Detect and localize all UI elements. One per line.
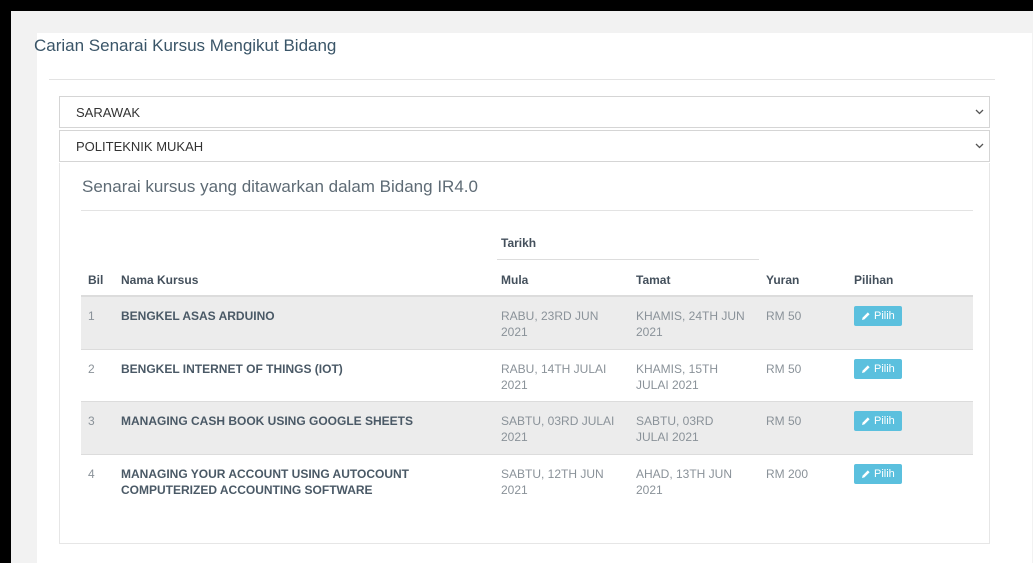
course-fee: RM 50 bbox=[766, 362, 802, 376]
course-fee: RM 50 bbox=[766, 309, 802, 323]
course-list-divider bbox=[81, 210, 973, 211]
column-header-mula: Mula bbox=[501, 273, 529, 287]
select-course-button[interactable]: Pilih bbox=[854, 359, 902, 379]
window-border-top bbox=[0, 0, 1033, 11]
end-date: KHAMIS, 24TH JUN 2021 bbox=[636, 309, 745, 339]
course-name: BENGKEL INTERNET OF THINGS (IOT) bbox=[121, 362, 343, 376]
select-course-button[interactable]: Pilih bbox=[854, 411, 902, 431]
select-course-button-label: Pilih bbox=[874, 468, 895, 480]
pencil-icon bbox=[862, 365, 870, 373]
pencil-icon bbox=[862, 312, 870, 320]
course-name: BENGKEL ASAS ARDUINO bbox=[121, 309, 275, 323]
institution-select[interactable]: POLITEKNIK MUKAH bbox=[59, 130, 990, 162]
course-fee: RM 50 bbox=[766, 414, 802, 428]
table-row: 3 MANAGING CASH BOOK USING GOOGLE SHEETS… bbox=[81, 402, 973, 455]
table-row: 2 BENGKEL INTERNET OF THINGS (IOT) RABU,… bbox=[81, 350, 973, 402]
course-fee: RM 200 bbox=[766, 467, 809, 481]
end-date: SABTU, 03RD JULAI 2021 bbox=[636, 414, 714, 444]
table-row: 1 BENGKEL ASAS ARDUINO RABU, 23RD JUN 20… bbox=[81, 297, 973, 350]
select-course-button[interactable]: Pilih bbox=[854, 306, 902, 326]
select-course-button-label: Pilih bbox=[874, 415, 895, 427]
start-date: RABU, 23RD JUN 2021 bbox=[501, 309, 599, 339]
row-number: 4 bbox=[88, 467, 95, 481]
start-date: RABU, 14TH JULAI 2021 bbox=[501, 362, 607, 392]
column-header-nama-kursus: Nama Kursus bbox=[121, 273, 199, 287]
column-header-yuran: Yuran bbox=[766, 273, 800, 287]
page-title: Carian Senarai Kursus Mengikut Bidang bbox=[34, 36, 337, 55]
course-list-panel: Senarai kursus yang ditawarkan dalam Bid… bbox=[59, 163, 990, 544]
state-select[interactable]: SARAWAK bbox=[59, 96, 990, 128]
pencil-icon bbox=[862, 470, 870, 478]
select-course-button-label: Pilih bbox=[874, 363, 895, 375]
row-number: 1 bbox=[88, 309, 95, 323]
start-date: SABTU, 12TH JUN 2021 bbox=[501, 467, 604, 497]
select-course-button-label: Pilih bbox=[874, 310, 895, 322]
pencil-icon bbox=[862, 417, 870, 425]
state-select-value: SARAWAK bbox=[76, 105, 141, 120]
column-header-tarikh: Tarikh bbox=[501, 236, 537, 250]
course-name: MANAGING YOUR ACCOUNT USING AUTOCOUNT CO… bbox=[121, 467, 409, 497]
column-header-tamat: Tamat bbox=[636, 273, 671, 287]
table-row: 4 MANAGING YOUR ACCOUNT USING AUTOCOUNT … bbox=[81, 455, 973, 509]
chevron-down-icon bbox=[973, 97, 985, 127]
institution-select-value: POLITEKNIK MUKAH bbox=[76, 139, 204, 154]
end-date: KHAMIS, 15TH JULAI 2021 bbox=[636, 362, 719, 392]
end-date: AHAD, 13TH JUN 2021 bbox=[636, 467, 733, 497]
course-name: MANAGING CASH BOOK USING GOOGLE SHEETS bbox=[121, 414, 414, 428]
title-divider bbox=[49, 79, 995, 80]
tarikh-header-rule bbox=[497, 259, 759, 260]
select-course-button[interactable]: Pilih bbox=[854, 464, 902, 484]
window-border-left bbox=[0, 0, 11, 563]
row-number: 3 bbox=[88, 414, 95, 428]
course-list-title: Senarai kursus yang ditawarkan dalam Bid… bbox=[82, 177, 478, 196]
chevron-down-icon bbox=[973, 131, 985, 161]
start-date: SABTU, 03RD JULAI 2021 bbox=[501, 414, 615, 444]
row-number: 2 bbox=[88, 362, 95, 376]
column-header-bil: Bil bbox=[88, 273, 104, 287]
column-header-pilihan: Pilihan bbox=[854, 273, 894, 287]
